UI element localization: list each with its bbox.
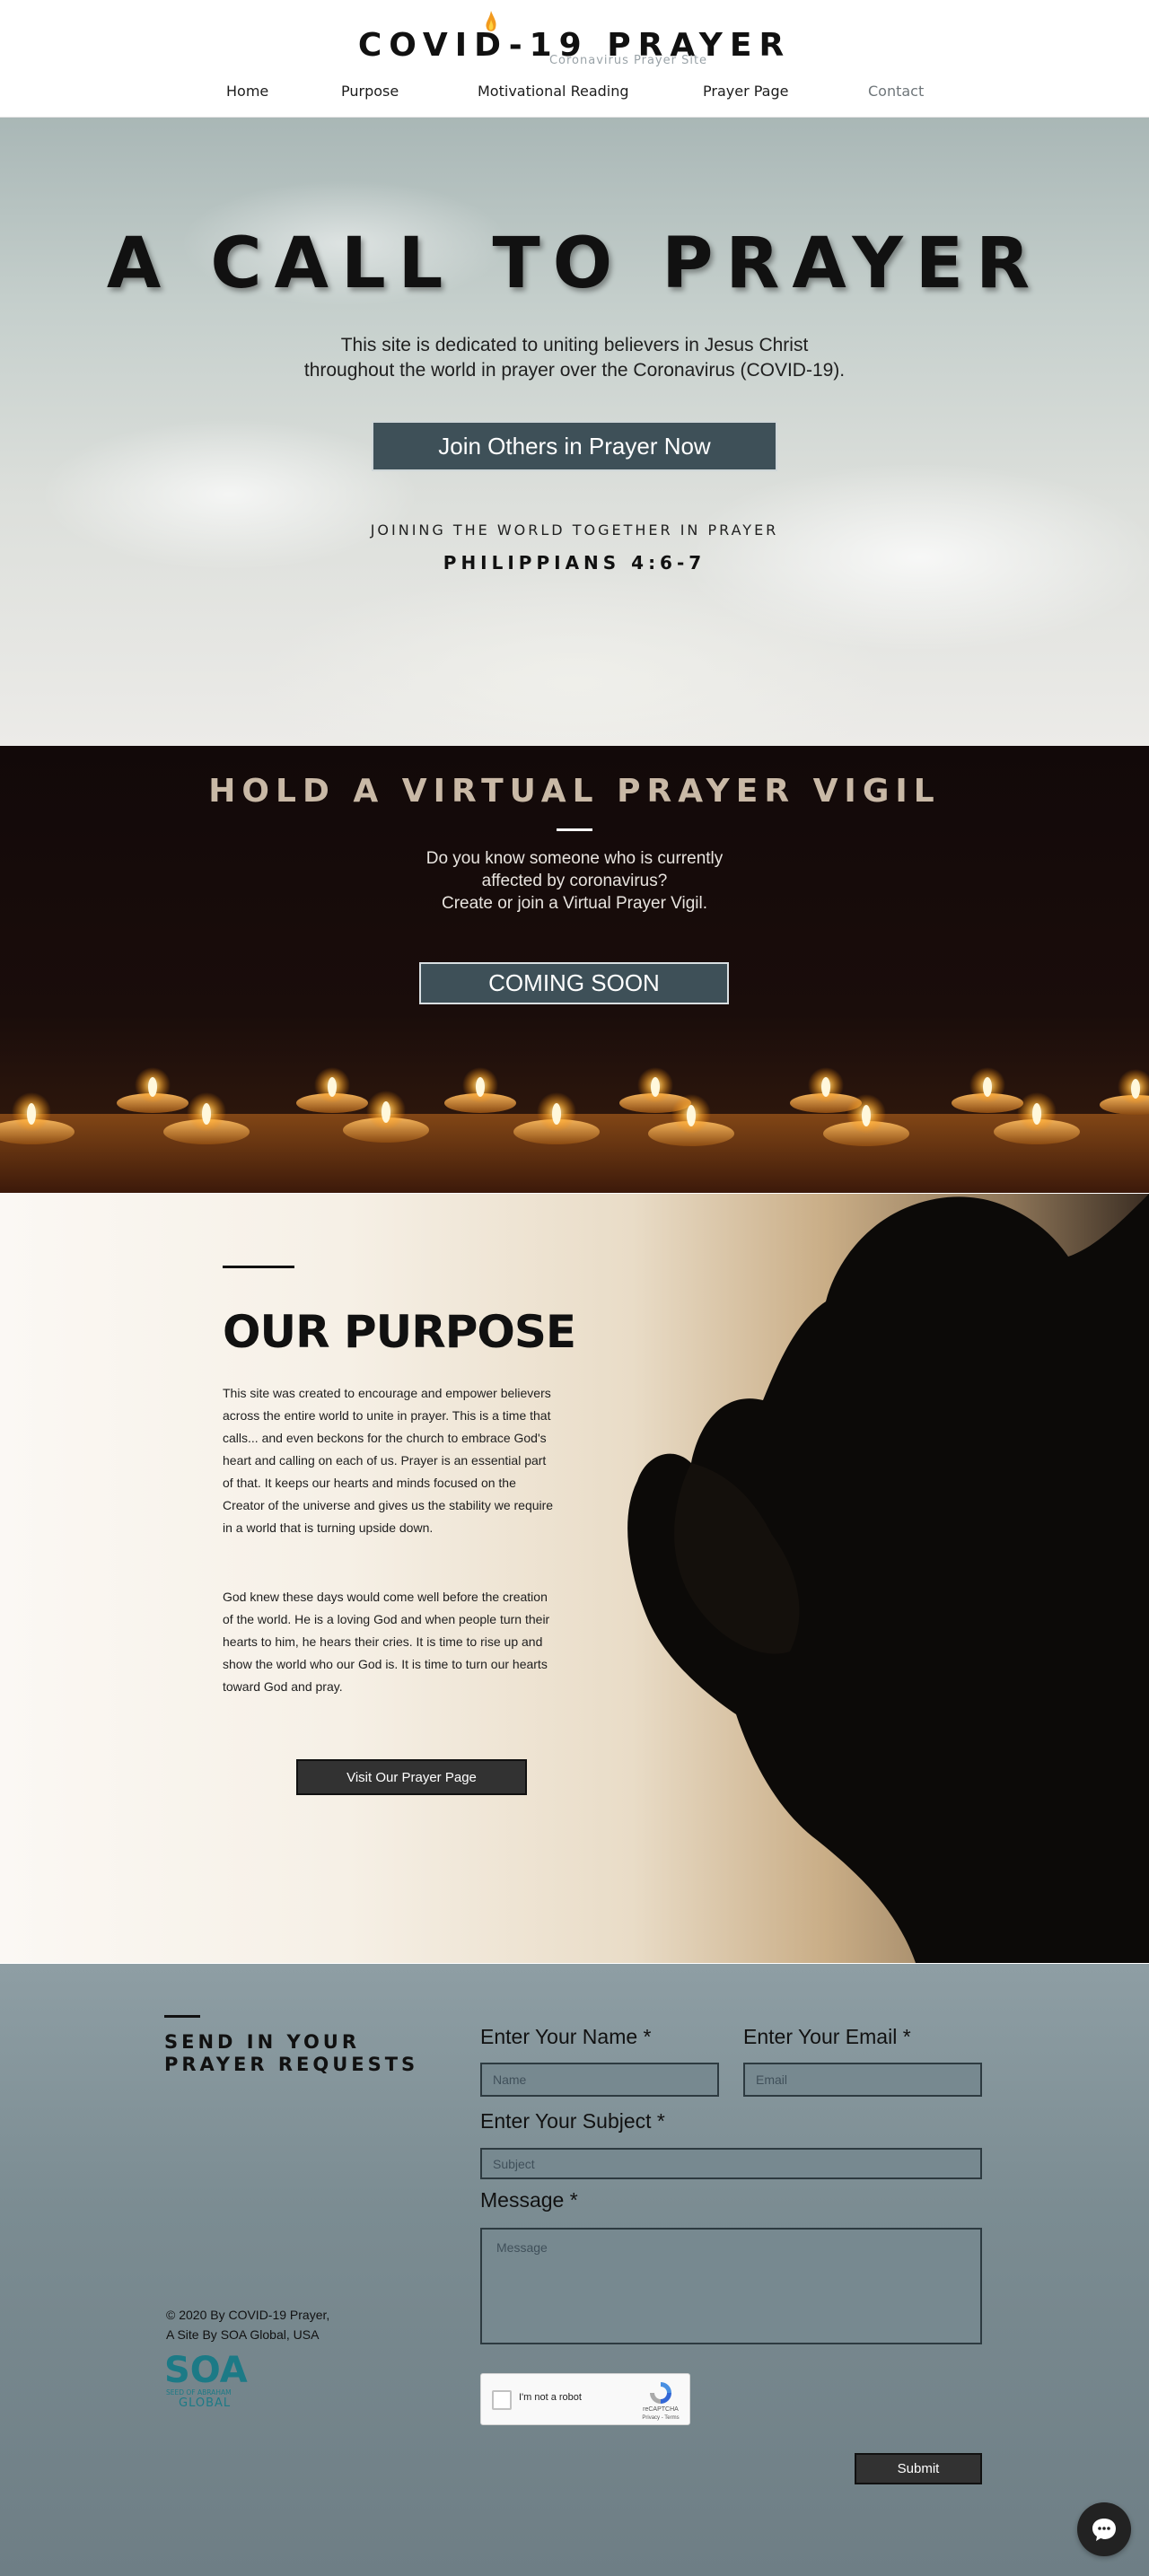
- hero-description: This site is dedicated to uniting believ…: [215, 333, 934, 383]
- subject-input[interactable]: Subject: [480, 2148, 982, 2179]
- candles-image: [0, 1067, 1149, 1146]
- nav-contact[interactable]: Contact: [868, 83, 924, 100]
- vigil-text-line1: Do you know someone who is currently: [425, 849, 724, 868]
- submit-button[interactable]: Submit: [855, 2453, 982, 2484]
- hero-tagline: JOINING THE WORLD TOGETHER IN PRAYER: [370, 521, 779, 539]
- purpose-paragraph-2: God knew these days would come well befo…: [223, 1590, 550, 1694]
- message-label: Message *: [480, 2188, 578, 2212]
- name-input[interactable]: Name: [480, 2063, 719, 2097]
- hero-text-line2: throughout the world in prayer over the …: [303, 360, 846, 381]
- vigil-text-line2: affected by coronavirus?: [481, 872, 668, 890]
- site-logo-subtitle: Coronavirus Prayer Site: [548, 54, 708, 67]
- nav-motivational-reading[interactable]: Motivational Reading: [478, 83, 629, 100]
- recaptcha-brand: reCAPTCHA: [643, 2406, 679, 2413]
- hero-title: A CALL TO PRAYER: [106, 223, 1043, 304]
- vigil-divider: [557, 828, 592, 831]
- vigil-text-line3: Create or join a Virtual Prayer Vigil.: [441, 894, 708, 913]
- copyright-line1: © 2020 By COVID-19 Prayer,: [166, 2308, 330, 2322]
- hero-text-line1: This site is dedicated to uniting believ…: [340, 335, 809, 355]
- recaptcha-label: I'm not a robot: [519, 2392, 582, 2403]
- soa-global-logo[interactable]: SOA SEED OF ABRAHAM GLOBAL: [164, 2348, 263, 2407]
- soa-logo-sub: SEED OF ABRAHAM: [166, 2388, 232, 2396]
- copyright-line2: A Site By SOA Global, USA: [166, 2327, 320, 2342]
- visit-prayer-page-button[interactable]: Visit Our Prayer Page: [296, 1759, 527, 1795]
- praying-person-image: [627, 1194, 1149, 1963]
- vigil-description: Do you know someone who is currently aff…: [350, 847, 799, 915]
- nav-prayer-page[interactable]: Prayer Page: [703, 83, 788, 100]
- main-nav: Home Purpose Motivational Reading Prayer…: [0, 83, 1149, 104]
- hero-verse: PHILIPPIANS 4:6-7: [443, 552, 706, 574]
- our-purpose-section: OUR PURPOSE This site was created to enc…: [0, 1194, 1149, 1963]
- recaptcha-checkbox[interactable]: [492, 2390, 512, 2410]
- recaptcha-widget: I'm not a robot reCAPTCHA Privacy - Term…: [480, 2373, 690, 2425]
- message-textarea[interactable]: Message: [480, 2228, 982, 2344]
- nav-home[interactable]: Home: [226, 83, 268, 100]
- name-label: Enter Your Name *: [480, 2025, 652, 2048]
- purpose-paragraph-1: This site was created to encourage and e…: [223, 1386, 554, 1535]
- vigil-title: HOLD A VIRTUAL PRAYER VIGIL: [208, 773, 941, 810]
- prayer-request-section: SEND IN YOUR PRAYER REQUESTS Enter Your …: [0, 1964, 1149, 2576]
- soa-logo-global: GLOBAL: [179, 2396, 231, 2407]
- recaptcha-icon: [643, 2379, 679, 2410]
- copyright: © 2020 By COVID-19 Prayer, A Site By SOA…: [166, 2305, 329, 2344]
- candle-group: [0, 1067, 1149, 1146]
- nav-purpose[interactable]: Purpose: [341, 83, 399, 100]
- email-label: Enter Your Email *: [743, 2025, 911, 2048]
- coming-soon-button[interactable]: COMING SOON: [419, 962, 729, 1004]
- soa-logo-text: SOA: [164, 2350, 248, 2391]
- email-input[interactable]: Email: [743, 2063, 982, 2097]
- chat-bubble-icon[interactable]: [1077, 2502, 1131, 2556]
- join-prayer-button[interactable]: Join Others in Prayer Now: [372, 421, 777, 471]
- purpose-divider: [223, 1266, 294, 1268]
- hero-section: A CALL TO PRAYER This site is dedicated …: [0, 118, 1149, 746]
- contact-divider: [164, 2015, 200, 2018]
- site-header: COVID-19 PRAYER Coronavirus Prayer Site …: [0, 0, 1149, 118]
- purpose-title: OUR PURPOSE: [223, 1306, 576, 1358]
- contact-title: SEND IN YOUR PRAYER REQUESTS: [164, 2031, 419, 2075]
- subject-label: Enter Your Subject *: [480, 2109, 665, 2133]
- recaptcha-links[interactable]: Privacy - Terms: [632, 2415, 689, 2421]
- prayer-vigil-section: HOLD A VIRTUAL PRAYER VIGIL Do you know …: [0, 746, 1149, 1193]
